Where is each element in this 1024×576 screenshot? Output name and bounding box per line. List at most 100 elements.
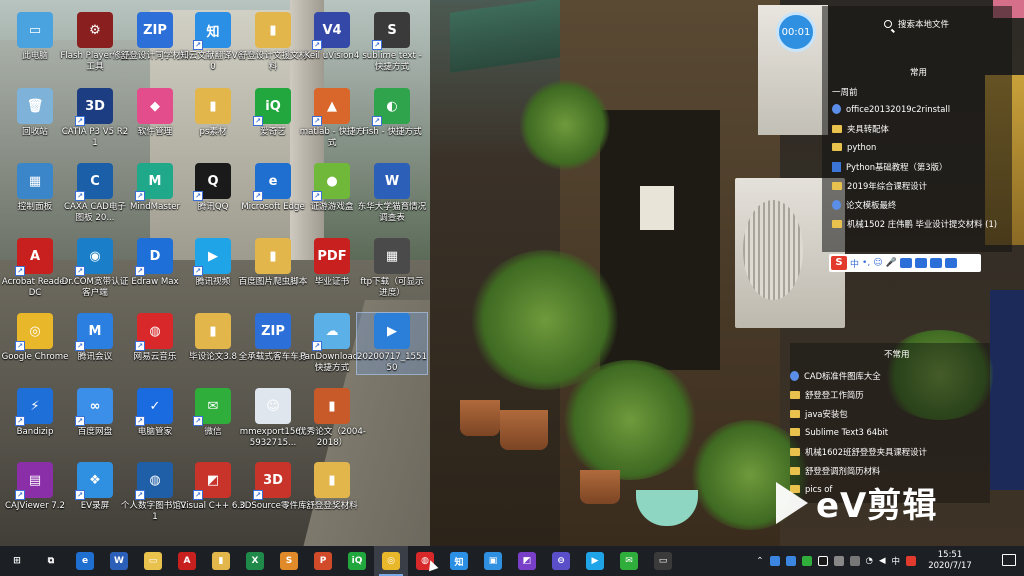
taskbar-task-view-button[interactable]: ⧉ bbox=[34, 546, 68, 576]
desktop-icon[interactable]: ▶ 20200717_155150 bbox=[356, 312, 428, 375]
ime-toolbar[interactable]: S 中 •, ☺ 🎤 bbox=[829, 254, 981, 272]
app-icon: ▮ bbox=[255, 238, 291, 274]
taskbar-chrome-button[interactable]: ◎ bbox=[374, 546, 408, 576]
toolbox-icon[interactable] bbox=[914, 258, 927, 268]
file-list-item[interactable]: Python基础教程（第3版） bbox=[832, 161, 947, 173]
file-list-item[interactable]: office20132019c2rinstall bbox=[832, 104, 950, 114]
file-item-label: java安装包 bbox=[805, 409, 848, 419]
app-icon: ▭ bbox=[17, 12, 53, 48]
taskbar-windows-start-button[interactable]: ⊞ bbox=[0, 546, 34, 576]
shortcut-arrow-icon: ↗ bbox=[312, 116, 322, 126]
zhiyun-icon: 知 bbox=[450, 552, 468, 570]
file-list-item[interactable]: java安装包 bbox=[790, 408, 848, 420]
ime-mode[interactable]: 中 bbox=[850, 257, 859, 270]
shortcut-arrow-icon: ↗ bbox=[193, 490, 203, 500]
file-list-item[interactable]: 论文模板最终 bbox=[832, 199, 896, 211]
tray-app-icon[interactable] bbox=[769, 556, 780, 566]
taskbar-tencent-video-button[interactable]: ▶ bbox=[578, 546, 612, 576]
punct-icon[interactable]: •, bbox=[862, 258, 870, 268]
app-icon: 3D ↗ bbox=[75, 88, 113, 126]
display-icon[interactable] bbox=[849, 556, 860, 566]
app-icon: ◎ ↗ bbox=[15, 313, 53, 351]
file-list-item[interactable]: 舒登登工作简历 bbox=[790, 389, 864, 401]
desktop-icon-label: sublime text - 快捷方式 bbox=[362, 51, 422, 72]
app-icon: e ↗ bbox=[253, 163, 291, 201]
desktop-icon[interactable]: ▮ 优秀论文（2004-2018） bbox=[297, 388, 367, 449]
app-icon: S ↗ bbox=[372, 12, 410, 50]
taskbar-notepad-button[interactable]: ▮ bbox=[204, 546, 238, 576]
taskbar-app-purple-button[interactable]: ⊖ bbox=[544, 546, 578, 576]
taskbar-screen-recorder-button[interactable]: ▣ bbox=[476, 546, 510, 576]
app-icon: ▦ bbox=[17, 163, 53, 199]
app-purple-icon: ⊖ bbox=[552, 552, 570, 570]
desktop-icon-label: 20200717_155150 bbox=[357, 352, 427, 373]
taskbar-edge-button[interactable]: e bbox=[68, 546, 102, 576]
recording-timer[interactable]: 00:01 bbox=[776, 12, 816, 52]
wechat-tray-icon[interactable] bbox=[801, 556, 812, 566]
chevron-up-icon[interactable]: ⌃ bbox=[756, 556, 763, 566]
app-icon: iQ ↗ bbox=[253, 88, 291, 126]
tray-ime[interactable]: 中 bbox=[891, 555, 900, 567]
shortcut-arrow-icon: ↗ bbox=[75, 116, 85, 126]
desktop-icon[interactable]: S ↗ sublime text - 快捷方式 bbox=[357, 12, 427, 73]
wifi-icon[interactable]: ◔ bbox=[866, 556, 873, 566]
file-item-label: 夹具转配体 bbox=[847, 124, 889, 134]
notification-icon[interactable] bbox=[1002, 554, 1016, 566]
app-icon: ◆ bbox=[137, 88, 173, 124]
app-icon: PDF bbox=[314, 238, 350, 274]
shortcut-arrow-icon: ↗ bbox=[15, 490, 25, 500]
app-file-icon bbox=[790, 371, 799, 381]
app-icon: ✉ ↗ bbox=[193, 388, 231, 426]
file-search-panel: 搜索本地文件 常用 一周前 office20132019c2rinstall 夹具… bbox=[822, 6, 1012, 252]
desktop-icon-label: Fish - 快捷方式 bbox=[362, 127, 422, 137]
taskbar-file-explorer-button[interactable]: ▭ bbox=[136, 546, 170, 576]
taskbar-word-button[interactable]: W bbox=[102, 546, 136, 576]
desktop-icon[interactable]: ▦ ftp下载（可显示进度） bbox=[357, 238, 427, 299]
taskbar-powerpoint-button[interactable]: P bbox=[306, 546, 340, 576]
skin-icon[interactable] bbox=[929, 258, 942, 268]
app-icon: ⚙ bbox=[77, 12, 113, 48]
frequent-header: 常用 bbox=[910, 68, 928, 78]
file-list-item[interactable]: CAD标准件图库大全 bbox=[790, 370, 881, 382]
file-list-item[interactable]: 2019年综合课程设计 bbox=[832, 180, 927, 192]
emoji-icon[interactable]: ☺ bbox=[873, 258, 882, 268]
app-icon: ▲ ↗ bbox=[312, 88, 350, 126]
acrobat-icon: A bbox=[178, 552, 196, 570]
file-list-item[interactable]: 机械1602班舒登登夹具课程设计 bbox=[790, 446, 927, 458]
file-list-item[interactable]: 夹具转配体 bbox=[832, 123, 889, 135]
desktop-icon[interactable]: ◐ ↗ Fish - 快捷方式 bbox=[357, 88, 427, 138]
taskbar-excel-button[interactable]: X bbox=[238, 546, 272, 576]
taskbar-wechat-button[interactable]: ✉ bbox=[612, 546, 646, 576]
volume-icon[interactable]: ◀ bbox=[879, 556, 886, 566]
file-list-item[interactable]: 舒登登调剂简历材料 bbox=[790, 465, 880, 477]
clock[interactable]: 15:51 2020/7/17 bbox=[920, 550, 980, 572]
file-list-item[interactable]: Sublime Text3 64bit bbox=[790, 427, 888, 437]
taskbar-sublime-button[interactable]: S bbox=[272, 546, 306, 576]
file-list-item[interactable]: 机械1502 庄伟鹏 毕业设计提交材料 (1) bbox=[832, 218, 997, 230]
taskbar-app-dark-button[interactable]: ▭ bbox=[646, 546, 680, 576]
taskbar-iqiyi-button[interactable]: iQ bbox=[340, 546, 374, 576]
file-list-item[interactable]: python bbox=[832, 142, 876, 152]
desktop-icon[interactable]: ▮ 舒登登奖材料 bbox=[297, 462, 367, 512]
desktop-icon-label: 舒登登奖材料 bbox=[306, 501, 358, 511]
taskbar-visual-studio-button[interactable]: ◩ bbox=[510, 546, 544, 576]
taskbar: ⊞ ⧉ e W ▭ A ▮ X S PiQ ◎ ◍ 知 ▣ ◩ ⊖ ▶ ✉ ▭ ⌃ ◔ ◀ 中 15:51 2020… bbox=[0, 546, 1024, 576]
shield-icon[interactable] bbox=[785, 556, 796, 566]
shortcut-arrow-icon: ↗ bbox=[193, 266, 203, 276]
search-box[interactable]: 搜索本地文件 bbox=[884, 18, 949, 30]
menu-icon[interactable] bbox=[944, 258, 957, 268]
taskbar-acrobat-button[interactable]: A bbox=[170, 546, 204, 576]
file-item-label: 论文模板最终 bbox=[846, 200, 897, 210]
keyboard-icon[interactable] bbox=[899, 258, 912, 268]
shortcut-arrow-icon: ↗ bbox=[75, 416, 85, 426]
search-placeholder: 搜索本地文件 bbox=[898, 20, 950, 30]
qq-tray-icon[interactable] bbox=[817, 556, 828, 566]
clock-time: 15:51 bbox=[937, 550, 963, 560]
desktop-icon[interactable]: W 东华大学猫育情况调查表 bbox=[357, 163, 427, 224]
app-icon: ▶ ↗ bbox=[193, 238, 231, 276]
network-icon[interactable] bbox=[833, 556, 844, 566]
desktop-icon-label: ftp下载（可显示进度） bbox=[360, 277, 424, 298]
mic-icon[interactable]: 🎤 bbox=[886, 258, 897, 268]
sogou-tray-icon[interactable] bbox=[906, 556, 916, 566]
taskbar-zhiyun-button[interactable]: 知 bbox=[442, 546, 476, 576]
